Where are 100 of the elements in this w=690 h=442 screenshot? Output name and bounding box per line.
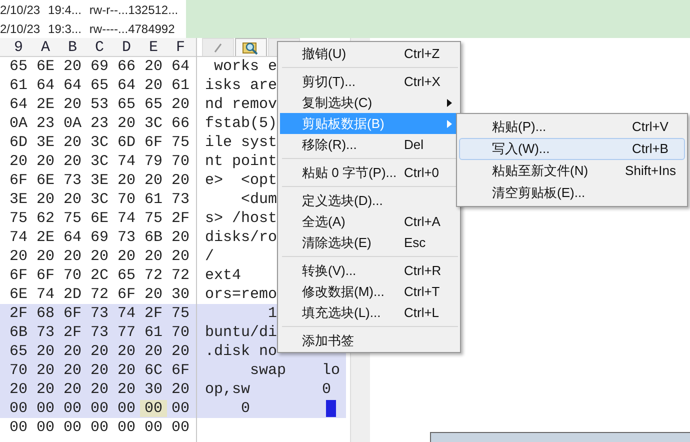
menu-item[interactable]: 清除选块(E) Esc	[280, 232, 458, 253]
hex-byte: 73	[35, 324, 56, 341]
menu-item[interactable]: 粘贴(P)... Ctrl+V	[459, 116, 685, 138]
text-line: nd remov	[205, 97, 278, 112]
hex-byte: 20	[8, 153, 28, 170]
slash-icon	[213, 42, 223, 52]
file-date: 2/10/23	[0, 2, 40, 18]
column-header: 9	[12, 40, 24, 54]
hex-byte: 70	[8, 362, 28, 379]
hex-byte: 00	[116, 400, 136, 417]
hex-byte: 68	[35, 305, 56, 322]
text-line: ext4	[205, 268, 242, 283]
menu-item[interactable]: 修改数据(M)... Ctrl+T	[280, 281, 458, 302]
menu-item[interactable]: 粘贴 0 字节(P)... Ctrl+0	[280, 162, 458, 183]
hex-byte: 72	[89, 286, 110, 303]
hex-byte: 66	[116, 58, 136, 75]
hex-byte: 20	[62, 96, 82, 113]
hex-byte: 20	[35, 362, 56, 379]
file-attributes: rw-r--...	[89, 2, 128, 18]
hex-byte: 65	[116, 96, 136, 113]
text-line: buntu/di	[205, 325, 278, 340]
hex-byte: 75	[170, 305, 190, 322]
hex-byte: 65	[116, 267, 136, 284]
hex-byte: 74	[116, 305, 136, 322]
hex-byte: 70	[116, 191, 136, 208]
hex-byte: 75	[170, 134, 190, 151]
hex-byte: 73	[89, 305, 110, 322]
submenu-arrow-icon	[447, 98, 452, 106]
hex-byte: 79	[143, 153, 164, 170]
text-line: 0	[240, 401, 250, 416]
toolbar-tab[interactable]	[235, 38, 267, 56]
hex-byte: 6F	[35, 267, 56, 284]
hex-byte: 20	[62, 58, 82, 75]
hex-byte: 6E	[89, 210, 110, 227]
menu-item[interactable]: 写入(W)... Ctrl+B	[459, 138, 685, 160]
hex-byte: 74	[35, 286, 56, 303]
hex-byte: 2F	[8, 305, 28, 322]
hex-byte: 3C	[89, 191, 110, 208]
hex-byte: 00	[62, 419, 82, 436]
hex-byte: 20	[116, 343, 136, 360]
hex-byte: 6D	[116, 134, 136, 151]
folder-search-icon	[242, 40, 260, 56]
hex-byte: 20	[143, 172, 164, 189]
hex-byte: 6C	[143, 362, 164, 379]
text-line: works e	[213, 59, 278, 74]
hex-byte: 20	[35, 248, 56, 265]
hex-byte: 30	[170, 286, 190, 303]
hex-byte: 20	[170, 343, 190, 360]
hex-byte: 3C	[143, 115, 164, 132]
menu-item[interactable]: 剪切(T)... Ctrl+X	[280, 71, 458, 92]
menu-item[interactable]: 复制选块(C)	[280, 92, 458, 113]
hex-byte: 0A	[8, 115, 28, 132]
hex-byte: 72	[170, 267, 190, 284]
hex-byte: 75	[62, 210, 82, 227]
hex-byte: 00	[143, 419, 164, 436]
hex-byte: 00	[35, 400, 56, 417]
file-size: 132512...	[128, 2, 178, 18]
hex-byte: 20	[143, 58, 164, 75]
file-time: 19:4...	[48, 2, 82, 18]
hex-byte: 00	[8, 400, 28, 417]
hex-byte: 6E	[35, 172, 56, 189]
hex-byte: 20	[62, 248, 82, 265]
menu-item[interactable]: 定义选块(D)...	[280, 190, 458, 211]
text-line: e> <opt	[205, 173, 278, 188]
menu-item[interactable]: 填充选块(L)... Ctrl+L	[280, 302, 458, 323]
hex-byte: 20	[170, 381, 190, 398]
text-line: nt point	[205, 154, 278, 169]
hex-byte: 2E	[35, 229, 56, 246]
hex-byte: 20	[116, 172, 136, 189]
hex-byte: 66	[170, 115, 190, 132]
menu-item[interactable]: 清空剪贴板(E)...	[459, 182, 685, 204]
hex-byte: 20	[170, 96, 190, 113]
hex-byte: 3E	[89, 172, 110, 189]
hex-byte: 6F	[8, 172, 28, 189]
hex-byte: 65	[8, 343, 28, 360]
hex-byte: 6B	[143, 229, 164, 246]
hex-byte: 00	[170, 419, 190, 436]
menu-item[interactable]: 全选(A) Ctrl+A	[280, 211, 458, 232]
hex-byte: 2D	[62, 286, 82, 303]
hex-byte: 20	[8, 381, 28, 398]
menu-item[interactable]: 转换(V)... Ctrl+R	[280, 260, 458, 281]
menu-item[interactable]: 移除(R)... Del	[280, 134, 458, 155]
menu-item[interactable]: 添加书签	[280, 330, 458, 351]
text-line: swap lo	[249, 363, 340, 378]
column-header: F	[174, 40, 186, 54]
hex-byte: 64	[116, 77, 136, 94]
hex-byte: 00	[170, 400, 190, 417]
hex-byte: 20	[62, 134, 82, 151]
hex-byte: 00	[116, 419, 136, 436]
text-line: 1	[267, 306, 278, 321]
hex-byte: 6E	[35, 58, 56, 75]
hex-byte: 73	[170, 191, 190, 208]
hex-byte: 65	[8, 58, 28, 75]
hex-byte: 00	[62, 400, 82, 417]
menu-item[interactable]: 粘贴至新文件(N) Shift+Ins	[459, 160, 685, 182]
hex-byte: 75	[8, 210, 28, 227]
hex-byte: 3E	[35, 134, 56, 151]
text-line: /	[205, 249, 214, 264]
menu-item[interactable]: 撤销(U) Ctrl+Z	[280, 43, 458, 64]
column-header: B	[66, 40, 78, 54]
